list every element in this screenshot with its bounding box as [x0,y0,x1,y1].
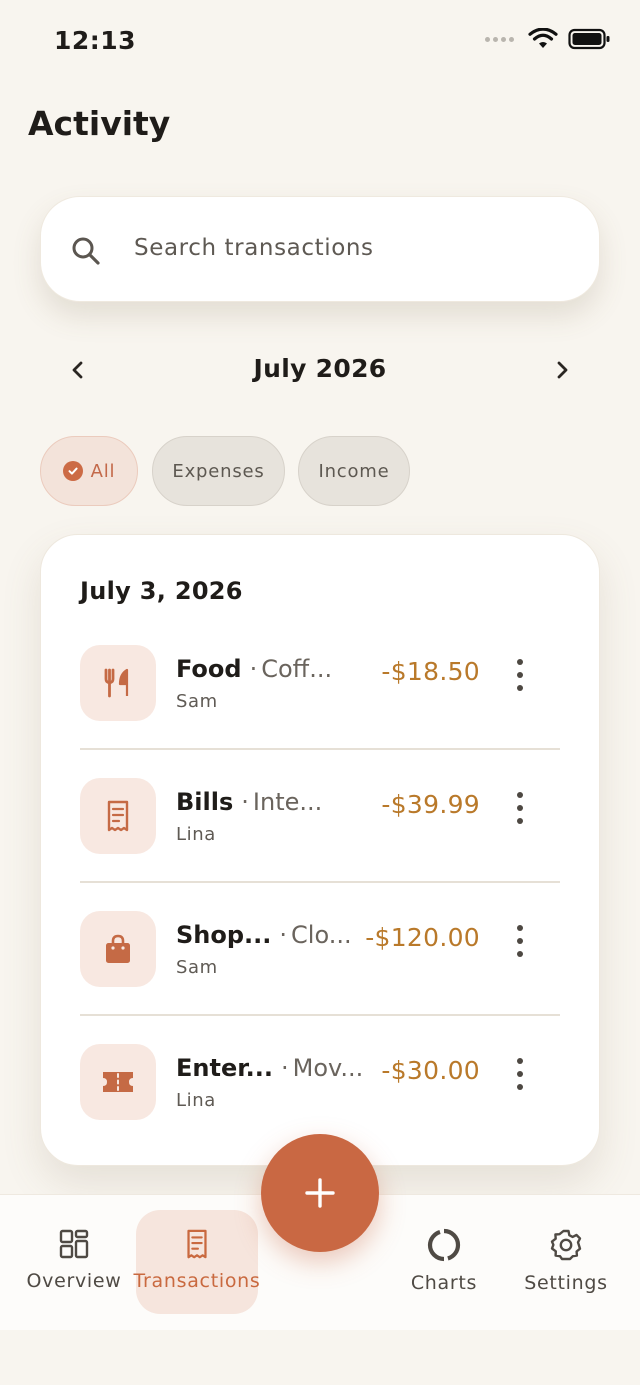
status-time: 12:13 [54,26,137,55]
plus-icon [305,1178,335,1208]
transaction-row[interactable]: Food · Coff... Sam -$18.50 [40,633,600,766]
add-transaction-button[interactable] [261,1134,379,1252]
shopping-bag-icon [106,934,130,963]
cellular-signal-icon [485,36,514,42]
nav-label: Transactions [133,1270,261,1292]
nav-label: Overview [26,1270,122,1292]
transaction-note: Inte... [252,788,323,816]
check-icon [62,461,83,481]
nav-item-transactions[interactable]: Transactions [133,1210,261,1314]
search-placeholder: Search transactions [134,235,374,261]
transaction-amount: -$39.99 [381,790,480,819]
transaction-category: Food [176,655,242,683]
transaction-person: Lina [176,824,216,845]
category-icon-tile [80,778,156,854]
category-icon-tile [80,1044,156,1120]
nav-item-settings[interactable]: Settings [516,1210,616,1314]
transaction-title: Food · Coff... [176,655,332,683]
status-icons [485,28,610,50]
filter-chip-all[interactable]: All [40,436,138,506]
nav-label: Charts [410,1272,478,1294]
category-icon-tile [80,911,156,987]
page-title: Activity [28,104,171,143]
transaction-person: Sam [176,691,218,712]
transaction-amount: -$18.50 [381,657,480,686]
title-separator: · [279,921,288,949]
transaction-amount: -$30.00 [381,1056,480,1085]
transaction-category: Bills [176,788,234,816]
grid-icon [59,1229,89,1259]
transaction-amount: -$120.00 [365,923,480,952]
nav-item-overview[interactable]: Overview [20,1210,128,1314]
category-icon-tile [80,645,156,721]
row-divider [80,748,560,750]
transaction-row[interactable]: Bills · Inte... Lina -$39.99 [40,766,600,899]
transaction-category: Enter... [176,1054,273,1082]
transaction-title: Bills · Inte... [176,788,322,816]
transaction-note: Coff... [261,655,333,683]
transaction-title: Enter... · Mov... [176,1054,363,1082]
more-options-button[interactable] [510,788,530,828]
nav-item-charts[interactable]: Charts [392,1210,496,1314]
filter-chip-label: All [90,460,116,482]
battery-icon [568,28,610,50]
filter-chip-label: Income [318,460,390,482]
title-separator: · [241,788,249,816]
more-options-button[interactable] [510,1054,530,1094]
row-divider [80,881,560,883]
fork-knife-icon [104,668,129,698]
gear-icon [550,1229,582,1261]
receipt-icon [107,800,129,832]
more-options-button[interactable] [510,921,530,961]
transaction-category: Shop... [176,921,272,949]
wifi-icon [528,28,558,48]
search-icon [72,237,100,265]
next-month-button[interactable] [548,356,576,384]
transaction-person: Sam [176,957,218,978]
row-divider [80,1014,560,1016]
receipt-icon [187,1229,207,1259]
month-label: July 2026 [253,354,387,383]
donut-chart-icon [427,1228,461,1262]
title-separator: · [249,655,258,683]
title-separator: · [281,1054,289,1082]
status-bar: 12:13 [0,0,640,80]
transaction-title: Shop... · Clo... [176,921,352,949]
filter-chip-expenses[interactable]: Expenses [152,436,285,506]
ticket-icon [103,1072,133,1092]
filter-chip-label: Expenses [172,460,265,482]
more-options-button[interactable] [510,655,530,695]
filter-chip-income[interactable]: Income [298,436,410,506]
nav-label: Settings [524,1272,608,1294]
group-date: July 3, 2026 [80,577,243,605]
transaction-note: Mov... [292,1054,364,1082]
transaction-note: Clo... [291,921,352,949]
transaction-person: Lina [176,1090,216,1111]
transaction-row[interactable]: Shop... · Clo... Sam -$120.00 [40,899,600,1032]
